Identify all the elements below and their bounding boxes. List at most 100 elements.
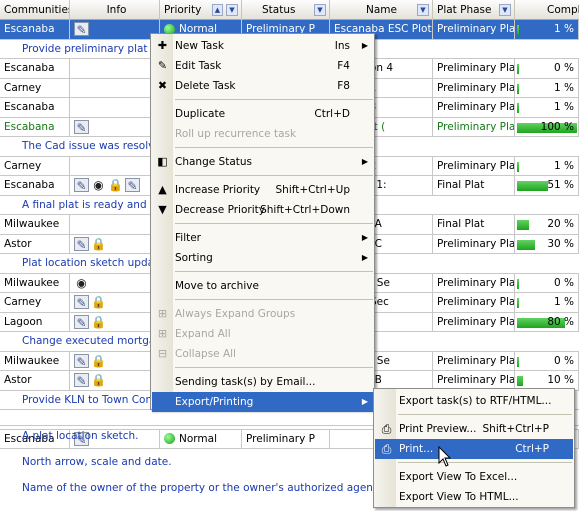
plat-phase-cell[interactable]: Preliminary Plat — [433, 273, 515, 293]
expand-groups-icon: ⊞ — [157, 307, 168, 320]
plat-phase-cell[interactable]: Preliminary Plat — [433, 59, 515, 78]
menu-separator — [175, 223, 373, 224]
col-status[interactable]: Status ▼ — [242, 0, 330, 20]
submenu-item-print-preview[interactable]: ⎙ Print Preview... Shift+Ctrl+P — [375, 419, 573, 439]
camera-icon[interactable]: ◉ — [74, 276, 89, 290]
plat-phase-cell[interactable]: Final Plat — [433, 176, 515, 195]
plat-phase-cell[interactable]: Preliminary Plat — [433, 156, 515, 176]
description-line: Name of the owner of the property or the… — [22, 482, 378, 494]
col-plat-phase[interactable]: Plat Phase ▼ — [433, 0, 515, 20]
progress-bar — [517, 298, 519, 308]
menu-item-sorting[interactable]: Sorting ▶ — [152, 248, 374, 268]
submenu-item-export-task-s-to-rtf-html[interactable]: Export task(s) to RTF/HTML... — [375, 391, 573, 411]
community-cell: Astor — [0, 234, 70, 254]
menu-item-label: Collapse All — [175, 348, 236, 360]
menu-item-increase-priority[interactable]: ▲ Increase Priority Shift+Ctrl+Up — [152, 180, 374, 200]
menu-item-filter[interactable]: Filter ▶ — [152, 228, 374, 248]
camera-icon[interactable]: ◉ — [91, 178, 106, 192]
info-cell: ◉ — [70, 273, 160, 293]
progress-bar — [517, 376, 523, 386]
info-cell — [70, 98, 160, 117]
menu-item-shortcut: Ins — [334, 40, 350, 52]
plat-phase-cell[interactable]: Preliminary Plat — [433, 312, 515, 332]
plat-phase-cell[interactable]: Preliminary Plat — [433, 117, 515, 137]
filter-dropdown-icon[interactable]: ▼ — [314, 4, 326, 16]
lock-icon[interactable]: 🔒 — [91, 373, 106, 387]
menu-item-shortcut: F4 — [337, 60, 350, 72]
menu-item-edit-task[interactable]: ✎ Edit Task F4 — [152, 56, 374, 76]
menu-item-decrease-priority[interactable]: ▼ Decrease Priority Shift+Ctrl+Down — [152, 200, 374, 220]
lock-icon[interactable]: 🔒 — [91, 295, 106, 309]
collapse-all-icon: ⊟ — [157, 347, 168, 360]
plat-phase-cell[interactable]: Preliminary Plat — [433, 351, 515, 371]
sort-arrow-icon[interactable]: ▲ — [212, 4, 223, 16]
lock-icon[interactable]: 🔒 — [91, 315, 106, 329]
menu-item-label: Export View To Excel... — [399, 471, 518, 483]
notes-icon[interactable]: ✎ — [74, 178, 89, 193]
lock-icon[interactable]: 🔒 — [108, 178, 123, 192]
menu-item-sending-task-s-by-email[interactable]: Sending task(s) by Email... — [152, 372, 374, 392]
submenu-item-export-view-to-excel[interactable]: Export View To Excel... — [375, 467, 573, 487]
lock-icon[interactable]: 🔒 — [91, 354, 106, 368]
filter-dropdown-icon[interactable]: ▼ — [499, 4, 511, 16]
submenu-arrow-icon: ▶ — [361, 253, 368, 262]
complete-value: 1 % — [554, 23, 574, 35]
progress-bar — [517, 64, 519, 74]
col-info[interactable]: Info — [70, 0, 160, 20]
plat-phase-cell[interactable]: Preliminary Plat — [433, 78, 515, 98]
filter-dropdown-icon[interactable]: ▼ — [226, 4, 238, 16]
menu-item-duplicate[interactable]: Duplicate Ctrl+D — [152, 104, 374, 124]
submenu-arrow-icon: ▶ — [361, 41, 368, 50]
menu-item-label: Duplicate — [175, 108, 226, 120]
plat-phase-cell[interactable]: Preliminary Plat — [433, 293, 515, 312]
progress-bar — [517, 220, 529, 230]
community-cell: Escabana — [0, 117, 70, 137]
community-cell: Astor — [0, 371, 70, 390]
notes-icon[interactable]: ✎ — [74, 236, 89, 252]
col-complete[interactable]: Complete — [515, 0, 579, 20]
community-cell: Escanaba — [0, 176, 70, 195]
note-text: The Cad issue was resolve — [22, 140, 161, 152]
context-menu: ✚ New Task Ins ▶ ✎ Edit Task F4 ✖ Delete Task F8 D… — [150, 33, 375, 412]
decrease-priority-icon: ▼ — [158, 203, 167, 216]
plat-phase-cell[interactable]: Preliminary Plat — [433, 20, 515, 39]
notes-icon[interactable]: ✎ — [74, 314, 89, 330]
menu-item-delete-task[interactable]: ✖ Delete Task F8 — [152, 76, 374, 96]
notes-icon[interactable]: ✎ — [125, 178, 140, 193]
menu-separator — [398, 414, 572, 415]
notes-icon[interactable]: ✎ — [74, 295, 89, 310]
complete-value: 100 % — [540, 120, 574, 133]
menu-item-label: Export task(s) to RTF/HTML... — [399, 395, 552, 407]
menu-item-label: Print... — [399, 443, 434, 455]
progress-bar — [517, 278, 519, 289]
submenu-arrow-icon: ▶ — [361, 233, 368, 242]
plat-phase-cell[interactable]: Final Plat — [433, 215, 515, 234]
export-printing-submenu: Export task(s) to RTF/HTML... ⎙ Print Prev… — [373, 388, 575, 508]
notes-icon[interactable]: ✎ — [74, 22, 89, 37]
col-name[interactable]: Name ▼ — [330, 0, 433, 20]
menu-item-change-status[interactable]: ◧ Change Status ▶ — [152, 152, 374, 172]
col-priority[interactable]: Priority ▲ ▼ — [160, 0, 242, 20]
menu-separator — [175, 175, 373, 176]
notes-icon[interactable]: ✎ — [74, 119, 89, 135]
complete-value: 20 % — [547, 218, 574, 230]
menu-item-export-printing[interactable]: Export/Printing ▶ — [152, 392, 374, 412]
community-cell: Carney — [0, 78, 70, 98]
filter-dropdown-icon[interactable]: ▼ — [417, 4, 429, 16]
community-cell: Carney — [0, 293, 70, 312]
menu-item-label: Decrease Priority — [175, 204, 265, 216]
notes-icon[interactable]: ✎ — [74, 373, 89, 388]
menu-item-move-to-archive[interactable]: Move to archive — [152, 276, 374, 296]
col-communities[interactable]: Communities — [0, 0, 70, 20]
info-cell: ✎ 🔒 — [70, 351, 160, 371]
submenu-item-print[interactable]: ⎙ Print... Ctrl+P — [375, 439, 573, 459]
edit-task-icon: ✎ — [157, 59, 168, 72]
menu-separator — [175, 299, 373, 300]
submenu-item-export-view-to-html[interactable]: Export View To HTML... — [375, 487, 573, 507]
menu-item-new-task[interactable]: ✚ New Task Ins ▶ — [152, 36, 374, 56]
notes-icon[interactable]: ✎ — [74, 353, 89, 369]
lock-icon[interactable]: 🔒 — [91, 237, 106, 251]
plat-phase-cell[interactable]: Preliminary Plat — [433, 234, 515, 254]
community-cell: Escanaba — [0, 20, 70, 39]
plat-phase-cell[interactable]: Preliminary Plat — [433, 98, 515, 117]
